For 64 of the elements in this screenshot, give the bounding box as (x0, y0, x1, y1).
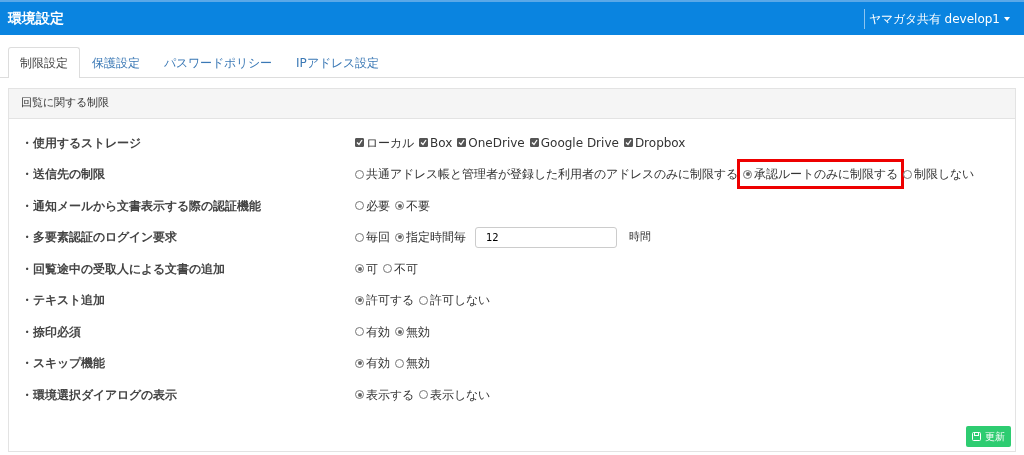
radio-option[interactable]: 不要 (395, 196, 430, 215)
radio-option[interactable]: 指定時間毎 (395, 228, 466, 247)
checkbox-option[interactable]: ローカル (355, 133, 414, 152)
radio-button[interactable] (355, 390, 364, 400)
setting-label: ・環境選択ダイアログの表示 (21, 386, 178, 404)
radio-option[interactable]: 許可する (355, 291, 414, 310)
setting-label: ・捺印必須 (21, 323, 82, 341)
radio-button[interactable] (355, 201, 364, 211)
checkbox-option[interactable]: OneDrive (457, 133, 525, 152)
radio-option[interactable]: 可 (355, 259, 378, 278)
radio-option[interactable]: 表示しない (419, 385, 490, 404)
radio-button[interactable] (395, 201, 404, 211)
tab[interactable]: IPアドレス設定 (284, 47, 391, 78)
radio-option[interactable]: 許可しない (419, 291, 490, 310)
radio-option[interactable]: 無効 (395, 322, 430, 341)
radio-button[interactable] (355, 327, 364, 337)
setting-label: ・多要素認証のログイン要求 (21, 229, 178, 247)
checkbox-option[interactable]: Google Drive (529, 133, 619, 152)
radio-option[interactable]: 不可 (383, 259, 418, 278)
setting-label: ・送信先の制限 (21, 166, 106, 184)
caret-icon (1004, 16, 1010, 21)
checkbox-option[interactable]: Box (419, 133, 453, 152)
hours-input-field[interactable]: 12 (475, 226, 617, 248)
radio-option[interactable]: 無効 (395, 354, 430, 373)
radio-option[interactable]: 制限しない (903, 165, 974, 184)
setting-label: ・通知メールから文書表示する際の認証機能 (21, 197, 262, 215)
radio-button[interactable] (355, 264, 364, 274)
radio-button[interactable] (383, 264, 392, 274)
checkbox-option[interactable]: Dropbox (623, 133, 686, 152)
radio-option[interactable]: 承認ルートのみに制限する (743, 165, 898, 184)
radio-option[interactable]: 共通アドレス帳と管理者が登録した利用者のアドレスのみに制限する (355, 165, 738, 184)
radio-button[interactable] (355, 169, 364, 179)
radio-button[interactable] (743, 169, 752, 179)
tab[interactable]: パスワードポリシー (152, 47, 284, 78)
setting-label: ・テキスト追加 (21, 292, 106, 310)
tab[interactable]: 制限設定 (8, 47, 80, 78)
checkbox[interactable] (457, 138, 467, 148)
radio-option[interactable]: 有効 (355, 322, 390, 341)
setting-label: ・スキップ機能 (21, 355, 106, 373)
user-menu[interactable]: ヤマガタ共有 develop1 (863, 8, 1016, 29)
radio-option[interactable]: 必要 (355, 196, 390, 215)
radio-option[interactable]: 表示する (355, 385, 414, 404)
checkbox[interactable] (529, 138, 539, 148)
radio-button[interactable] (355, 358, 364, 368)
radio-button[interactable] (395, 358, 404, 368)
radio-button[interactable] (355, 295, 364, 305)
setting-label: ・回覧途中の受取人による文書の追加 (21, 260, 226, 278)
radio-option[interactable]: 毎回 (355, 228, 390, 247)
radio-button[interactable] (355, 232, 364, 242)
unit-label: 時間 (629, 229, 651, 245)
radio-button[interactable] (395, 232, 404, 242)
save-icon (972, 432, 981, 441)
radio-button[interactable] (903, 169, 912, 179)
checkbox[interactable] (355, 138, 364, 148)
radio-button[interactable] (395, 327, 404, 337)
app-title: 環境設定 (8, 9, 64, 28)
radio-button[interactable] (419, 390, 428, 400)
panel-title: 回覧に関する制限 (9, 89, 1015, 119)
setting-label: ・使用するストレージ (21, 134, 142, 152)
radio-button[interactable] (419, 295, 428, 305)
tab[interactable]: 保護設定 (80, 47, 152, 78)
radio-option[interactable]: 有効 (355, 354, 390, 373)
checkbox[interactable] (419, 138, 428, 148)
checkbox[interactable] (623, 138, 633, 148)
